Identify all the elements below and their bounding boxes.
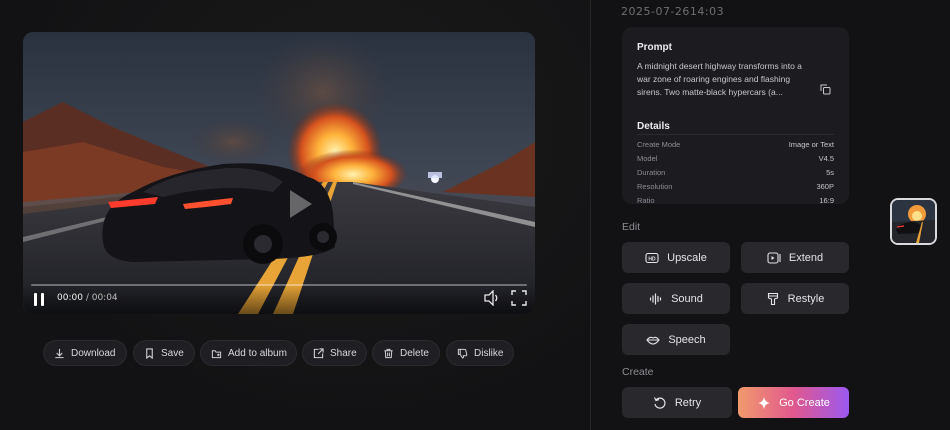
thumbs-down-icon (457, 348, 468, 359)
share-button[interactable]: Share (302, 340, 367, 366)
add-to-album-label: Add to album (228, 347, 287, 359)
detail-value: Image or Text (788, 140, 834, 149)
time-display: 00:00 / 00:04 (57, 293, 118, 303)
detail-row-create-mode: Create Mode Image or Text (637, 140, 834, 149)
duration: 00:04 (91, 293, 118, 303)
detail-key: Create Mode (637, 140, 681, 149)
card-divider (637, 134, 834, 135)
extend-label: Extend (788, 251, 824, 264)
dislike-button[interactable]: Dislike (446, 340, 514, 366)
download-button[interactable]: Download (43, 340, 127, 366)
edit-section-label: Edit (622, 221, 641, 233)
detail-key: Model (637, 154, 658, 163)
share-icon (313, 347, 324, 358)
download-label: Download (71, 347, 116, 359)
player-controls: 00:00 / 00:04 (23, 284, 535, 314)
extend-icon (767, 251, 781, 264)
save-button[interactable]: Save (133, 340, 195, 366)
detail-value: 5s (826, 168, 834, 177)
svg-text:HD: HD (649, 256, 657, 262)
restyle-label: Restyle (787, 292, 825, 305)
detail-value: 16:9 (819, 196, 834, 204)
video-thumbnail[interactable] (890, 198, 937, 245)
download-icon (55, 348, 64, 358)
hd-icon: HD (645, 252, 659, 263)
delete-label: Delete (400, 347, 429, 359)
upscale-button[interactable]: HD Upscale (622, 242, 730, 273)
share-label: Share (330, 347, 357, 359)
copy-icon[interactable] (820, 84, 831, 95)
sound-label: Sound (671, 292, 703, 305)
save-label: Save (161, 347, 184, 359)
detail-row-model: Model V4.5 (637, 154, 834, 163)
volume-icon[interactable] (483, 290, 501, 306)
detail-key: Duration (637, 168, 666, 177)
create-section-label: Create (622, 366, 654, 378)
detail-row-duration: Duration 5s (637, 168, 834, 177)
go-create-button[interactable]: Go Create (738, 387, 849, 418)
detail-key: Resolution (637, 182, 673, 191)
detail-key: Ratio (637, 196, 655, 204)
progress-bar[interactable] (31, 284, 527, 286)
detail-value: 360P (816, 182, 834, 191)
add-to-album-button[interactable]: Add to album (200, 340, 297, 366)
waveform-icon (649, 292, 662, 305)
speech-button[interactable]: Speech (622, 324, 730, 355)
created-timestamp: 2025-07-2614:03 (621, 5, 725, 18)
album-add-icon (211, 349, 222, 358)
speech-label: Speech (668, 333, 706, 346)
fullscreen-icon[interactable] (511, 290, 527, 306)
retry-button[interactable]: Retry (622, 387, 732, 418)
video-pane: 00:00 / 00:04 Download Save Add to album (0, 0, 590, 430)
video-frame (23, 32, 535, 314)
trash-icon (384, 348, 393, 358)
upscale-label: Upscale (667, 251, 707, 264)
play-overlay-icon[interactable] (290, 190, 312, 218)
prompt-title: Prompt (637, 42, 672, 53)
restyle-button[interactable]: Restyle (741, 283, 849, 314)
brush-icon (767, 292, 778, 305)
thumbnail-image (892, 200, 935, 243)
detail-value: V4.5 (818, 154, 834, 163)
retry-label: Retry (674, 396, 702, 409)
lips-icon (646, 336, 661, 345)
pane-divider (590, 0, 591, 430)
sparkle-icon (758, 396, 771, 409)
delete-button[interactable]: Delete (372, 340, 440, 366)
bookmark-icon (146, 347, 153, 359)
current-time: 00:00 (57, 293, 83, 303)
extend-button[interactable]: Extend (741, 242, 849, 273)
dislike-label: Dislike (474, 347, 504, 359)
detail-row-ratio: Ratio 16:9 (637, 196, 834, 204)
info-card: Prompt A midnight desert highway transfo… (622, 27, 849, 204)
video-player[interactable]: 00:00 / 00:04 (23, 32, 535, 314)
sound-button[interactable]: Sound (622, 283, 730, 314)
details-title: Details (637, 121, 670, 132)
detail-row-resolution: Resolution 360P (637, 182, 834, 191)
retry-icon (653, 396, 666, 409)
go-create-label: Go Create (779, 396, 830, 409)
pause-icon[interactable] (33, 293, 45, 306)
prompt-text: A midnight desert highway transforms int… (637, 61, 802, 97)
